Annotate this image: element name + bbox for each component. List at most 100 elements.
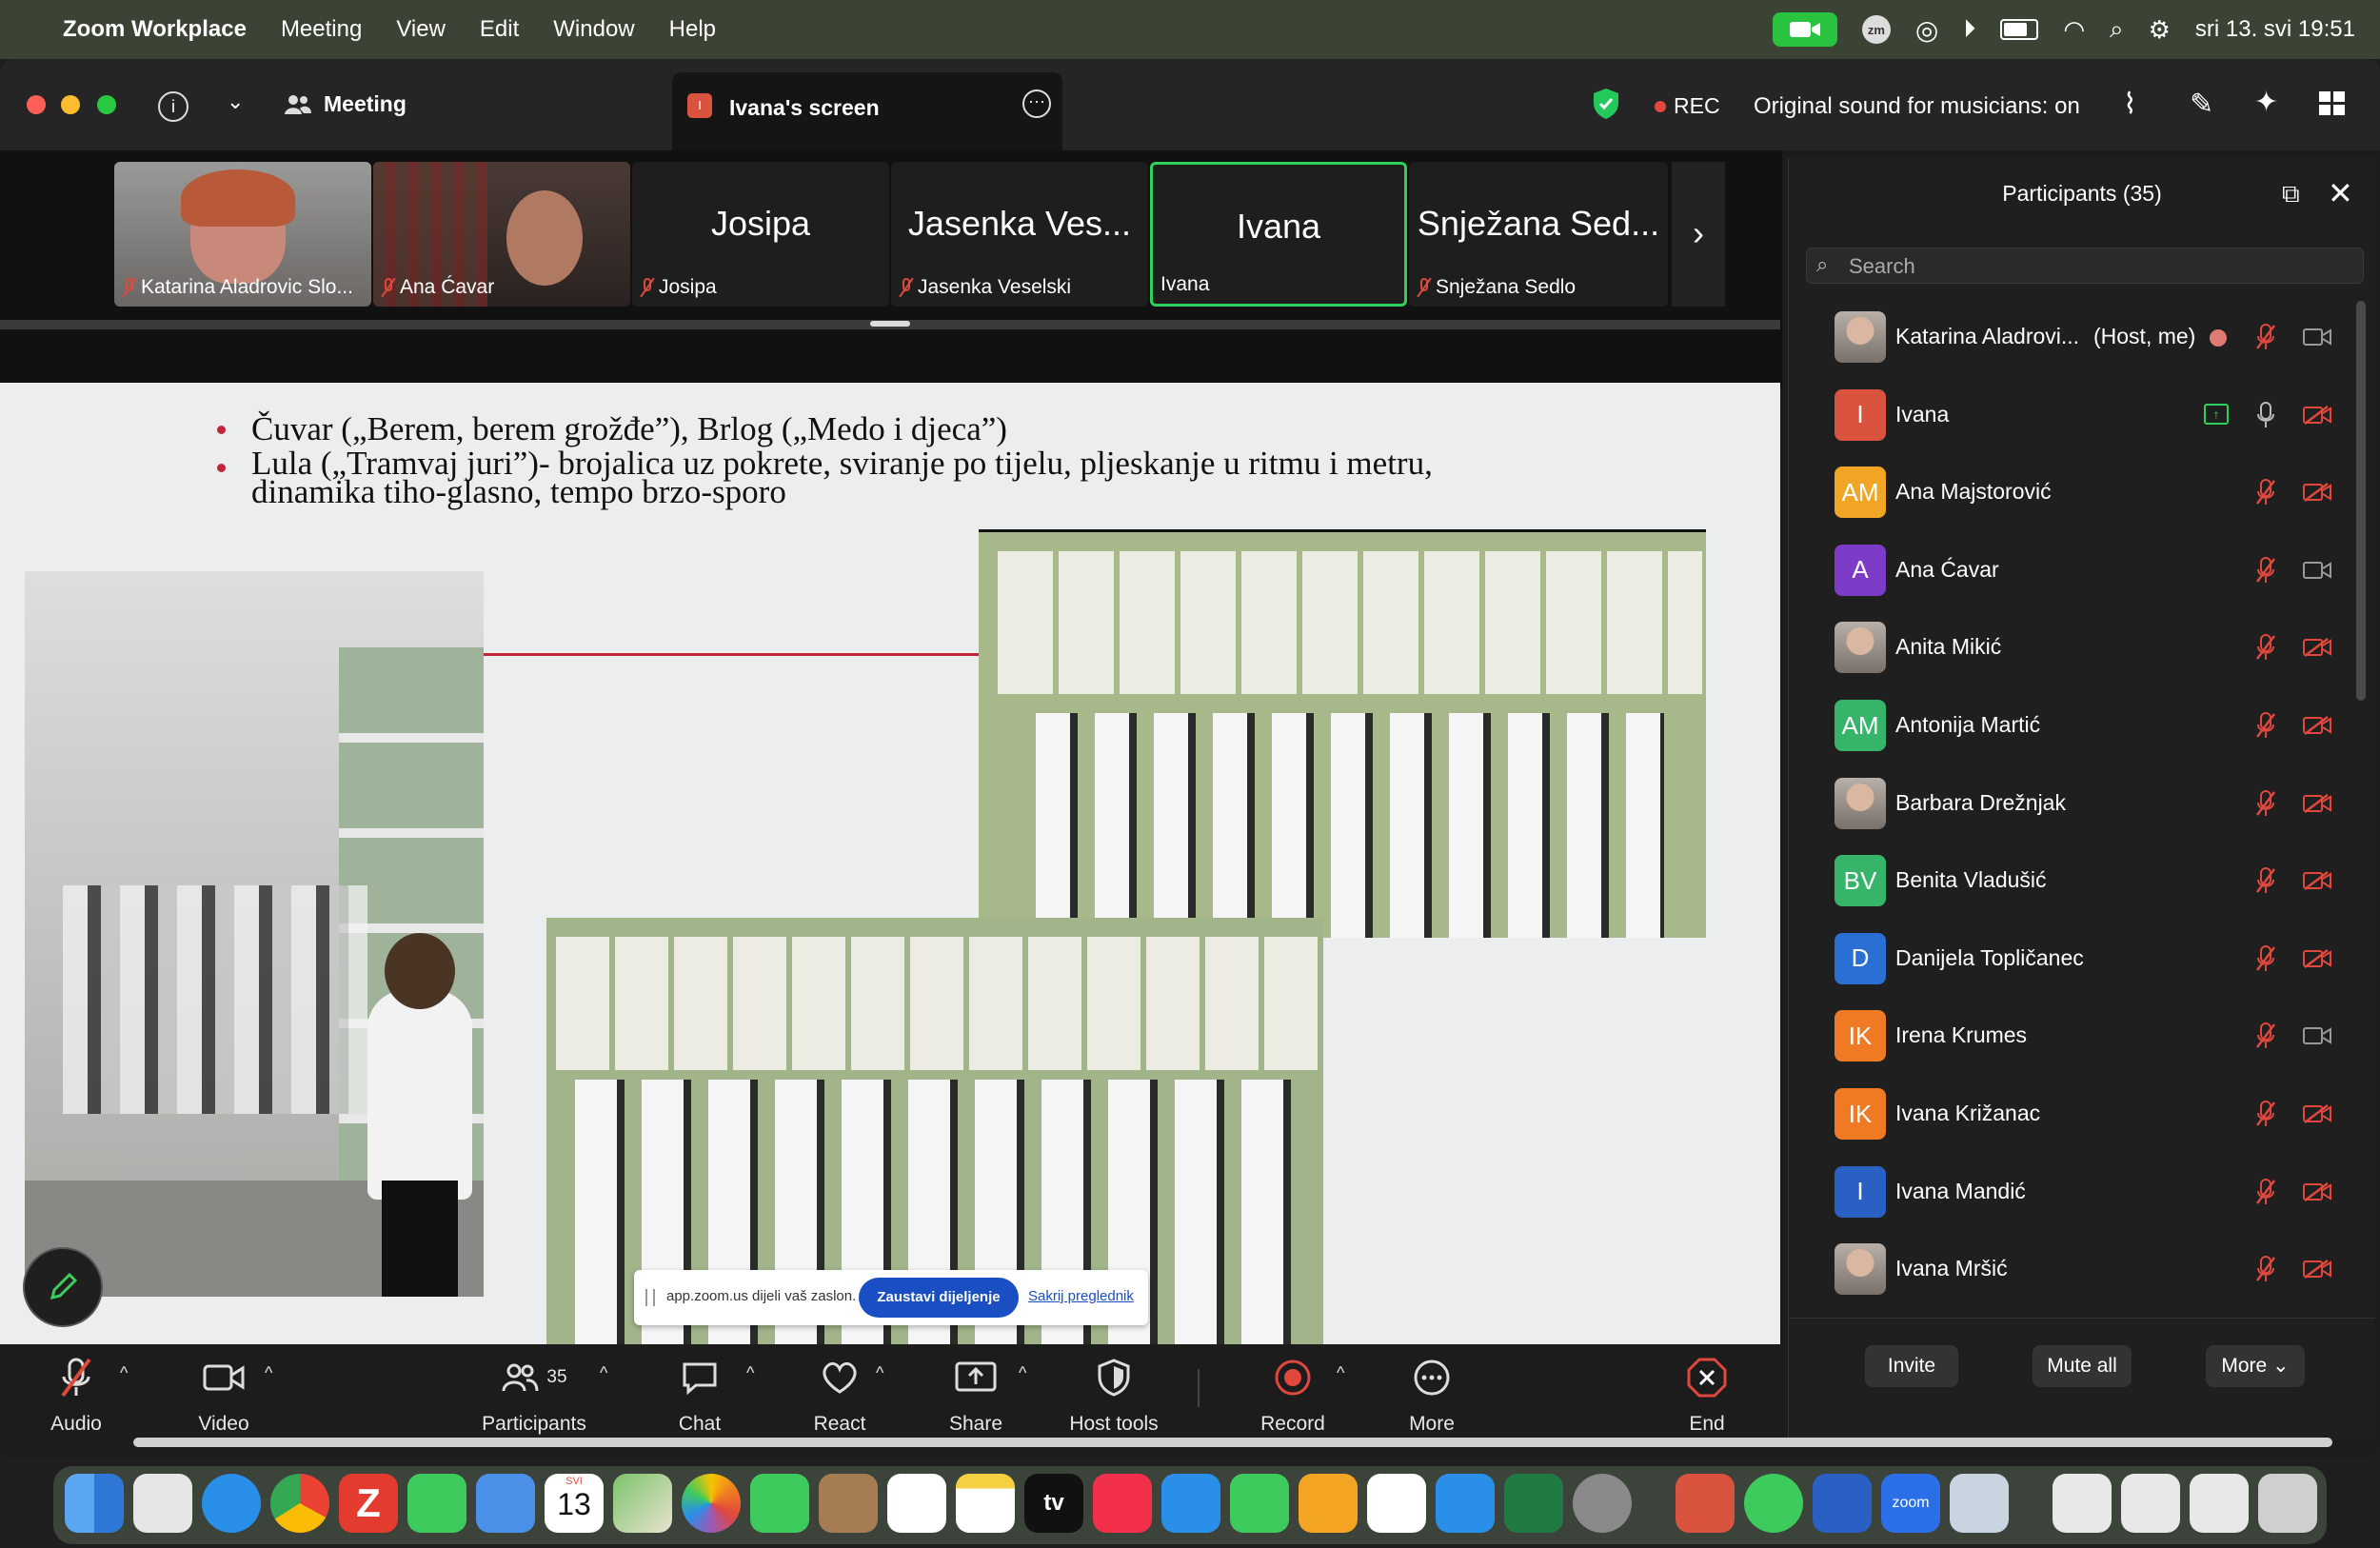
- finder-icon[interactable]: [65, 1474, 124, 1533]
- recent-document-1-icon[interactable]: [2053, 1474, 2112, 1533]
- audio-options-caret-icon[interactable]: ^: [120, 1363, 128, 1383]
- maps-icon[interactable]: [613, 1474, 672, 1533]
- video-off-icon[interactable]: [2303, 483, 2331, 503]
- mic-muted-icon[interactable]: [2255, 1101, 2276, 1127]
- menu-help[interactable]: Help: [669, 16, 716, 43]
- video-button[interactable]: Video: [181, 1344, 267, 1436]
- mic-muted-icon[interactable]: [2255, 324, 2276, 350]
- video-tile-katarina[interactable]: Katarina Aladrovic Slo...: [114, 162, 371, 307]
- participant-row[interactable]: Barbara Drežnjak: [1789, 765, 2360, 843]
- mic-muted-icon[interactable]: [2255, 634, 2276, 661]
- launchpad-icon[interactable]: [133, 1474, 192, 1533]
- mic-on-icon[interactable]: [2255, 401, 2276, 428]
- meeting-info-icon[interactable]: i: [158, 91, 188, 122]
- react-button[interactable]: React: [803, 1344, 876, 1436]
- messages-icon[interactable]: [407, 1474, 466, 1533]
- participants-options-caret-icon[interactable]: ^: [600, 1363, 607, 1383]
- participant-row[interactable]: BV Benita Vladušić: [1789, 843, 2360, 921]
- video-off-icon[interactable]: [2303, 1181, 2331, 1201]
- video-off-icon[interactable]: [2303, 871, 2331, 891]
- strip-resize-handle[interactable]: [870, 321, 910, 327]
- recording-indicator[interactable]: REC: [1655, 93, 1720, 119]
- screen-share-status-icon[interactable]: ◎: [1915, 14, 1938, 46]
- video-off-icon[interactable]: [2303, 638, 2331, 658]
- zotero-icon[interactable]: Z: [339, 1474, 398, 1533]
- video-tile-ana-cavar[interactable]: Ana Ćavar: [373, 162, 630, 307]
- photos-icon[interactable]: [682, 1474, 741, 1533]
- video-off-icon[interactable]: [2303, 405, 2331, 425]
- video-on-icon[interactable]: [2303, 1026, 2331, 1045]
- share-options-icon[interactable]: ···: [1022, 89, 1051, 118]
- battery-icon[interactable]: [2000, 19, 2039, 40]
- chevron-down-icon[interactable]: ⌄: [227, 89, 244, 114]
- pop-out-icon[interactable]: ⧉: [2282, 179, 2300, 209]
- menu-app-name[interactable]: Zoom Workplace: [63, 16, 247, 43]
- menu-edit[interactable]: Edit: [480, 16, 519, 43]
- powerpoint-icon[interactable]: [1676, 1474, 1735, 1533]
- safari-icon[interactable]: [202, 1474, 261, 1533]
- mute-all-button[interactable]: Mute all: [2033, 1345, 2132, 1387]
- next-page-chevron-icon[interactable]: ›: [1672, 162, 1725, 307]
- participant-row[interactable]: AM Ana Majstorović: [1789, 454, 2360, 532]
- participant-row[interactable]: IK Irena Krumes: [1789, 998, 2360, 1076]
- close-window-button[interactable]: [27, 95, 46, 114]
- annotate-pen-icon[interactable]: ✎: [2190, 88, 2213, 121]
- view-grid-icon[interactable]: [2319, 91, 2346, 121]
- host-tools-button[interactable]: Host tools: [1062, 1344, 1165, 1436]
- video-tile-ivana-active-speaker[interactable]: Ivana Ivana: [1150, 162, 1407, 307]
- video-off-icon[interactable]: [2303, 793, 2331, 813]
- invite-button[interactable]: Invite: [1865, 1345, 1958, 1387]
- wifi-icon[interactable]: ◠: [2063, 15, 2085, 45]
- participant-row[interactable]: I Ivana ↑: [1789, 377, 2360, 455]
- trash-icon[interactable]: [2258, 1474, 2317, 1533]
- video-off-icon[interactable]: [2303, 1104, 2331, 1123]
- participant-row[interactable]: A Ana Ćavar: [1789, 532, 2360, 610]
- mail-icon[interactable]: [476, 1474, 535, 1533]
- mic-muted-icon[interactable]: [2255, 789, 2276, 817]
- notes-icon[interactable]: [956, 1474, 1015, 1533]
- audio-settings-icon[interactable]: ⌇: [2123, 88, 2137, 121]
- mic-muted-icon[interactable]: [2255, 944, 2276, 972]
- participant-row[interactable]: D Danijela Topličanec: [1789, 921, 2360, 999]
- apple-tv-icon[interactable]: tv: [1024, 1474, 1083, 1533]
- mic-muted-icon[interactable]: [2255, 1178, 2276, 1205]
- music-icon[interactable]: [1093, 1474, 1152, 1533]
- recent-document-2-icon[interactable]: [2121, 1474, 2180, 1533]
- system-settings-icon[interactable]: [1573, 1474, 1632, 1533]
- mic-muted-icon[interactable]: [2255, 712, 2276, 739]
- ai-companion-icon[interactable]: ✦: [2254, 86, 2278, 119]
- whatsapp-icon[interactable]: [1744, 1474, 1803, 1533]
- numbers-icon[interactable]: [1230, 1474, 1289, 1533]
- zoom-menu-icon[interactable]: zm: [1861, 15, 1891, 44]
- minimize-window-button[interactable]: [61, 95, 80, 114]
- react-options-caret-icon[interactable]: ^: [876, 1363, 883, 1383]
- meeting-tab[interactable]: Meeting: [284, 91, 407, 117]
- participants-button[interactable]: 35 Participants: [474, 1344, 594, 1436]
- facetime-icon[interactable]: [750, 1474, 809, 1533]
- video-off-icon[interactable]: [2303, 1260, 2331, 1280]
- video-off-icon[interactable]: [2303, 948, 2331, 968]
- video-off-icon[interactable]: [2303, 716, 2331, 735]
- participant-row[interactable]: IK Ivana Križanac: [1789, 1076, 2360, 1154]
- recent-document-3-icon[interactable]: [2190, 1474, 2249, 1533]
- word-icon[interactable]: [1813, 1474, 1872, 1533]
- keynote-icon[interactable]: [1161, 1474, 1220, 1533]
- share-tab[interactable]: I Ivana's screen ···: [672, 72, 1062, 150]
- zoom-window-button[interactable]: [97, 95, 116, 114]
- record-options-caret-icon[interactable]: ^: [1337, 1363, 1344, 1383]
- spotlight-search-icon[interactable]: ⌕: [2110, 14, 2124, 45]
- reminders-icon[interactable]: [887, 1474, 946, 1533]
- participant-row[interactable]: AM Antonija Martić: [1789, 687, 2360, 765]
- contacts-icon[interactable]: [819, 1474, 878, 1533]
- mic-muted-icon[interactable]: [2255, 1022, 2276, 1049]
- zoom-app-icon[interactable]: zoom: [1881, 1474, 1940, 1533]
- video-options-caret-icon[interactable]: ^: [265, 1363, 272, 1383]
- hide-browser-link[interactable]: Sakrij preglednik: [1028, 1288, 1134, 1304]
- mic-muted-icon[interactable]: [2255, 556, 2276, 584]
- freeform-icon[interactable]: [1367, 1474, 1426, 1533]
- chrome-icon[interactable]: [270, 1474, 329, 1533]
- video-tile-josipa[interactable]: Josipa Josipa: [632, 162, 889, 307]
- video-on-icon[interactable]: [2303, 561, 2331, 580]
- security-shield-icon[interactable]: [1592, 88, 1620, 125]
- mic-muted-icon[interactable]: [2255, 1256, 2276, 1282]
